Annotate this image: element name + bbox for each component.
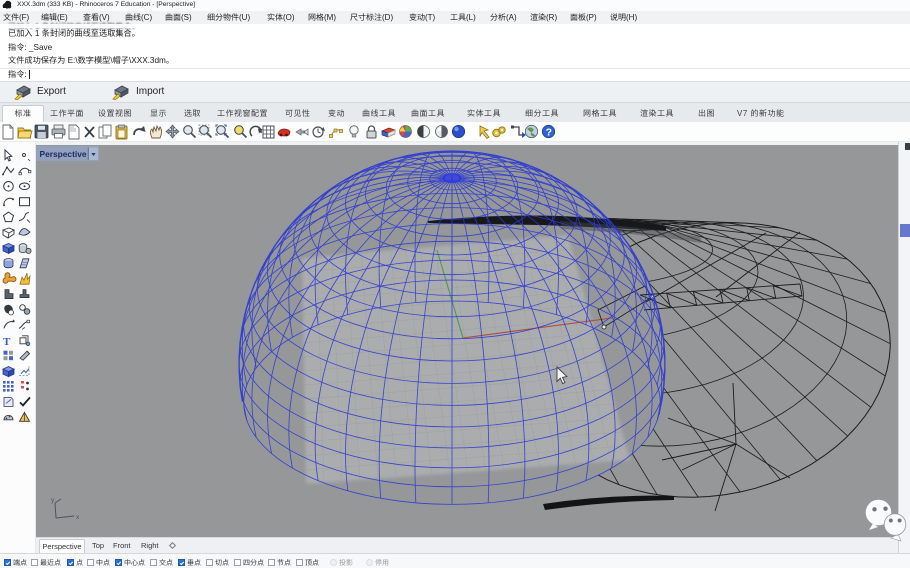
svg-text:Perspective: Perspective: [40, 149, 87, 159]
svg-text:T: T: [3, 336, 11, 348]
svg-text:?: ?: [546, 127, 552, 139]
